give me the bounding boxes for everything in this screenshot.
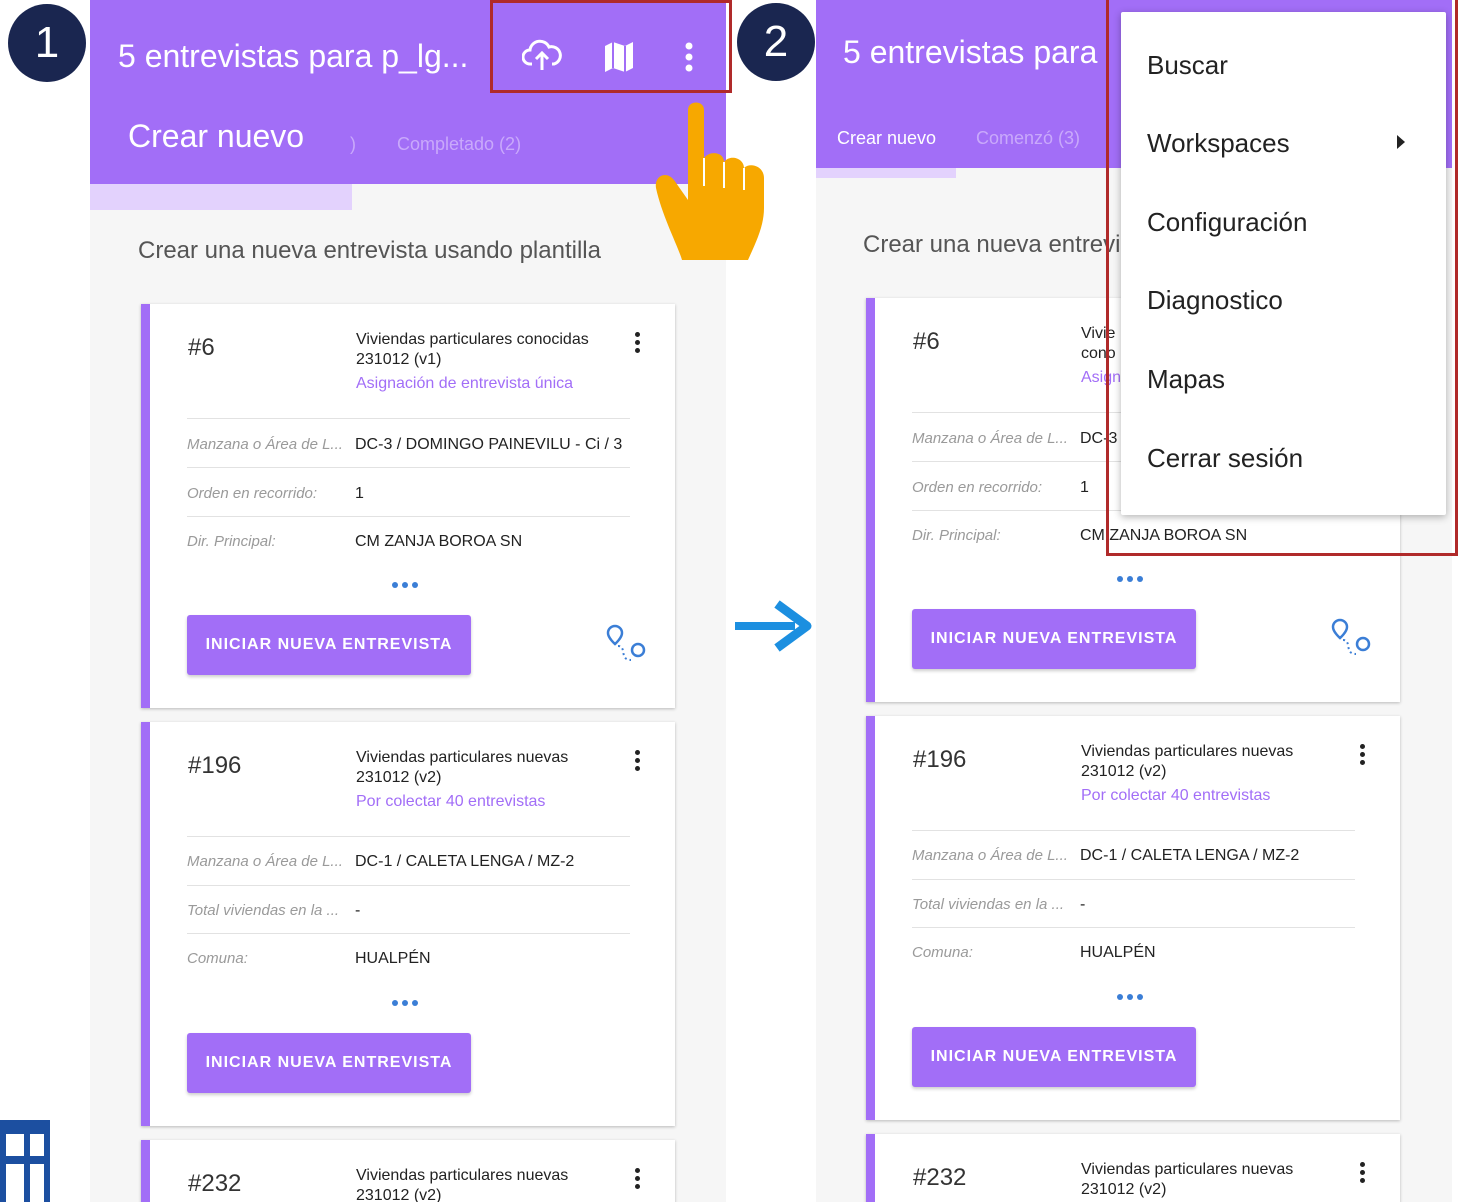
card-subtitle: Asignación de entrevista única [356, 375, 574, 392]
field-label: Comuna: [187, 950, 248, 967]
field-label: Comuna: [912, 944, 973, 961]
field-value: - [355, 902, 361, 919]
card-menu-icon[interactable] [635, 750, 641, 774]
divider [187, 836, 630, 837]
step-badge-1-label: 1 [34, 18, 60, 67]
field-value: DC-3 / DOMINGO PAINEVILU - Ci / 3 [355, 436, 623, 453]
card-number: #232 [188, 1170, 242, 1197]
app-title: 5 entrevistas para [843, 34, 1098, 70]
section-title: Crear una nueva entrevista usando planti… [138, 237, 601, 264]
field-value: HUALPÉN [1080, 944, 1156, 961]
field-label: Total viviendas en la ... [912, 896, 1065, 913]
tab-completed[interactable]: Completado (2) [397, 134, 521, 155]
card-number: #232 [913, 1164, 967, 1191]
template-card: #196 Viviendas particulares nuevas 23101… [866, 716, 1400, 1120]
divider [912, 927, 1355, 928]
step-badge-2: 2 [737, 3, 815, 81]
left-phone-screen: 5 entrevistas para p_lg... Crear nuevo )… [90, 0, 726, 1202]
arrow-right-icon [733, 598, 815, 654]
field-label: Manzana o Área de L... [187, 436, 343, 453]
divider [912, 879, 1355, 880]
card-title: Viviendas particulares nuevas 231012 (v2… [1081, 743, 1294, 780]
card-number: #6 [913, 328, 940, 355]
card-menu-icon[interactable] [635, 332, 641, 356]
start-interview-button[interactable]: INICIAR NUEVA ENTREVISTA [187, 1033, 471, 1093]
field-label: Manzana o Área de L... [912, 847, 1068, 864]
step-badge-1: 1 [8, 4, 86, 82]
field-value: 1 [1080, 479, 1089, 496]
step-badge-2-label: 2 [763, 17, 789, 66]
template-card: #196 Viviendas particulares nuevas 23101… [141, 722, 675, 1126]
field-label: Manzana o Área de L... [912, 430, 1068, 447]
more-fields-icon[interactable] [392, 993, 422, 1011]
divider [187, 516, 630, 517]
route-icon[interactable] [605, 624, 649, 671]
card-title: Viviendas particulares conocidas 231012 … [356, 331, 589, 368]
tab-indicator [90, 184, 352, 210]
card-title: Viviendas particulares nuevas 231012 (v2… [1081, 1161, 1294, 1198]
tab-partial[interactable]: ) [350, 134, 356, 155]
tab-create-new[interactable]: Crear nuevo [837, 128, 936, 149]
card-menu-icon[interactable] [1360, 744, 1366, 768]
field-value: 1 [355, 485, 364, 502]
template-card: #232 Viviendas particulares nuevas 23101… [866, 1134, 1400, 1202]
divider [187, 467, 630, 468]
tab-create-new[interactable]: Crear nuevo [128, 118, 304, 155]
card-subtitle: Por colectar 40 entrevistas [356, 793, 546, 810]
pointing-hand-icon [652, 96, 768, 262]
field-value: HUALPÉN [355, 950, 431, 967]
divider [187, 933, 630, 934]
tabs-bar: Crear nuevo ) Completado (2) [90, 100, 726, 184]
card-title: Viviendas particulares nuevas 231012 (v2… [356, 749, 569, 786]
tab-indicator [816, 168, 956, 178]
card-menu-icon[interactable] [1360, 1162, 1366, 1186]
start-interview-button[interactable]: INICIAR NUEVA ENTREVISTA [187, 615, 471, 675]
more-fields-icon[interactable] [1117, 987, 1147, 1005]
field-label: Dir. Principal: [912, 527, 1001, 544]
start-interview-button[interactable]: INICIAR NUEVA ENTREVISTA [912, 609, 1196, 669]
template-card: #6 Viviendas particulares conocidas 2310… [141, 304, 675, 708]
divider [187, 418, 630, 419]
field-value: DC-1 / CALETA LENGA / MZ-2 [1080, 847, 1300, 864]
field-label: Orden en recorrido: [187, 485, 318, 502]
section-title: Crear una nueva entrevi [863, 231, 1121, 258]
field-label: Orden en recorrido: [912, 479, 1043, 496]
app-title: 5 entrevistas para p_lg... [118, 38, 469, 74]
logo-corner [0, 1120, 50, 1202]
field-label: Total viviendas en la ... [187, 902, 340, 919]
field-value: CM ZANJA BOROA SN [355, 533, 523, 550]
field-value: - [1080, 896, 1086, 913]
field-label: Dir. Principal: [187, 533, 276, 550]
card-subtitle: Por colectar 40 entrevistas [1081, 787, 1271, 804]
field-value: DC-1 / CALETA LENGA / MZ-2 [355, 853, 575, 870]
card-number: #196 [913, 746, 967, 773]
card-title: Viviendas particulares nuevas 231012 (v2… [356, 1167, 569, 1202]
start-interview-button[interactable]: INICIAR NUEVA ENTREVISTA [912, 1027, 1196, 1087]
toolbar-highlight [490, 0, 732, 93]
more-fields-icon[interactable] [392, 575, 422, 593]
divider [187, 885, 630, 886]
field-label: Manzana o Área de L... [187, 853, 343, 870]
template-card: #232 Viviendas particulares nuevas 23101… [141, 1140, 675, 1202]
more-fields-icon[interactable] [1117, 569, 1147, 587]
card-number: #196 [188, 752, 242, 779]
card-menu-icon[interactable] [635, 1168, 641, 1192]
menu-highlight [1106, 0, 1458, 556]
card-number: #6 [188, 334, 215, 361]
route-icon[interactable] [1330, 618, 1374, 665]
tab-started[interactable]: Comenzó (3) [976, 128, 1080, 149]
divider [912, 830, 1355, 831]
